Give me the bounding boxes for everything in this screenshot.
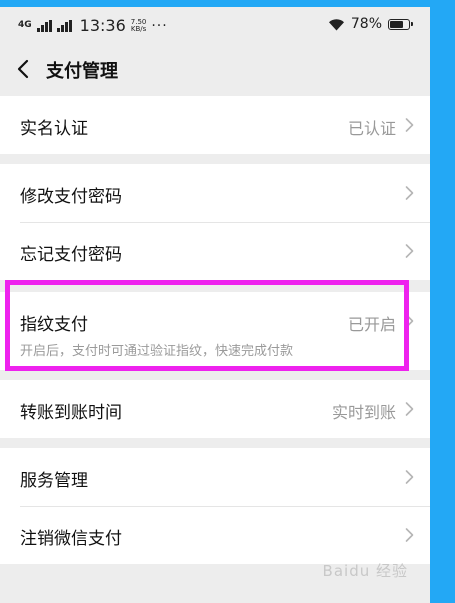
chevron-right-icon xyxy=(405,118,414,132)
row-value: 实时到账 xyxy=(331,403,396,422)
chevron-right-icon xyxy=(405,528,414,542)
watermark: Baidu 经验 xyxy=(322,562,408,580)
group-fingerprint: 指纹支付 已开启 开启后，支付时可通过验证指纹，快速完成付款 xyxy=(0,292,430,370)
row-label: 忘记支付密码 xyxy=(20,245,122,265)
row-label: 修改支付密码 xyxy=(20,187,122,207)
page-title: 支付管理 xyxy=(46,61,118,82)
group-identity: 实名认证 已认证 xyxy=(0,96,430,154)
group-password: 修改支付密码 忘记支付密码 xyxy=(0,164,430,280)
cell-signal-2-icon xyxy=(56,19,72,32)
chevron-right-icon xyxy=(405,186,414,200)
row-label: 服务管理 xyxy=(20,471,88,491)
group-service: 服务管理 注销微信支付 xyxy=(0,448,430,564)
row-label: 实名认证 xyxy=(20,119,88,139)
phone-screen: 4G 13:36 7.50 KB/s ··· 78% 支付管理 实名认证 已认证… xyxy=(0,7,430,603)
status-left: 4G 13:36 7.50 KB/s ··· xyxy=(18,16,168,35)
network-speed: 7.50 KB/s xyxy=(130,18,147,33)
group-transfer: 转账到账时间 实时到账 xyxy=(0,380,430,438)
chevron-right-icon xyxy=(405,470,414,484)
wifi-icon xyxy=(328,18,344,30)
row-transfer-time[interactable]: 转账到账时间 实时到账 xyxy=(0,380,430,438)
chevron-right-icon xyxy=(405,402,414,416)
battery-fill xyxy=(390,20,403,28)
clock: 13:36 xyxy=(79,16,126,35)
speed-unit: KB/s xyxy=(130,24,147,33)
network-type: 4G xyxy=(18,20,32,30)
status-right: 78% xyxy=(328,16,413,32)
chevron-right-icon xyxy=(405,314,414,328)
row-label: 指纹支付 xyxy=(20,315,88,335)
row-value: 已认证 xyxy=(347,119,396,138)
back-icon[interactable] xyxy=(12,55,36,83)
row-service-management[interactable]: 服务管理 xyxy=(0,448,430,506)
chevron-right-icon xyxy=(405,244,414,258)
row-description: 开启后，支付时可通过验证指纹，快速完成付款 xyxy=(20,344,294,359)
row-change-password[interactable]: 修改支付密码 xyxy=(0,164,430,222)
row-label: 注销微信支付 xyxy=(20,529,122,549)
battery-percent: 78% xyxy=(350,16,382,32)
top-frame-strip xyxy=(0,0,455,7)
status-bar: 4G 13:36 7.50 KB/s ··· 78% xyxy=(0,7,430,43)
battery-icon xyxy=(388,18,413,30)
row-close-wechat-pay[interactable]: 注销微信支付 xyxy=(0,506,430,564)
row-label: 转账到账时间 xyxy=(20,403,122,423)
cell-signal-icon xyxy=(36,19,52,32)
nav-bar: 支付管理 xyxy=(0,49,430,89)
row-forgot-password[interactable]: 忘记支付密码 xyxy=(0,222,430,280)
row-fingerprint-pay[interactable]: 指纹支付 已开启 开启后，支付时可通过验证指纹，快速完成付款 xyxy=(0,292,430,370)
row-real-name[interactable]: 实名认证 已认证 xyxy=(0,96,430,154)
row-value: 已开启 xyxy=(347,315,396,334)
more-notifications-icon: ··· xyxy=(151,17,168,34)
